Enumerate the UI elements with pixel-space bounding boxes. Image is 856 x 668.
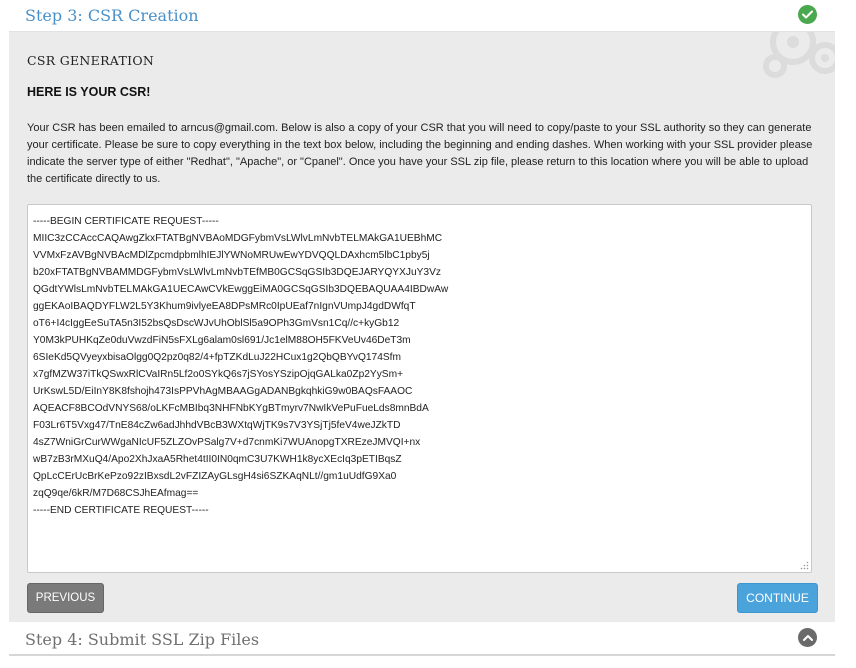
step4-header[interactable]: Step 4: Submit SSL Zip Files (9, 622, 835, 656)
csr-instructions: Your CSR has been emailed to arncus@gmai… (27, 122, 813, 185)
check-circle-icon (798, 5, 817, 24)
previous-button[interactable]: PREVIOUS (27, 583, 104, 613)
panel-heading: CSR GENERATION (27, 53, 155, 68)
csr-textarea[interactable]: -----BEGIN CERTIFICATE REQUEST----- MIIC… (27, 204, 812, 573)
continue-button[interactable]: CONTINUE (737, 583, 818, 613)
csr-subheading: HERE IS YOUR CSR! (27, 85, 151, 99)
gears-decoration-icon (763, 32, 835, 78)
chevron-up-circle-icon[interactable] (798, 628, 817, 647)
csr-generation-panel: CSR GENERATION HERE IS YOUR CSR! Your CS… (9, 32, 835, 622)
resize-handle-icon[interactable] (800, 561, 809, 570)
step3-title: Step 3: CSR Creation (25, 6, 199, 25)
step3-header[interactable]: Step 3: CSR Creation (9, 0, 835, 32)
step4-title: Step 4: Submit SSL Zip Files (25, 630, 260, 649)
